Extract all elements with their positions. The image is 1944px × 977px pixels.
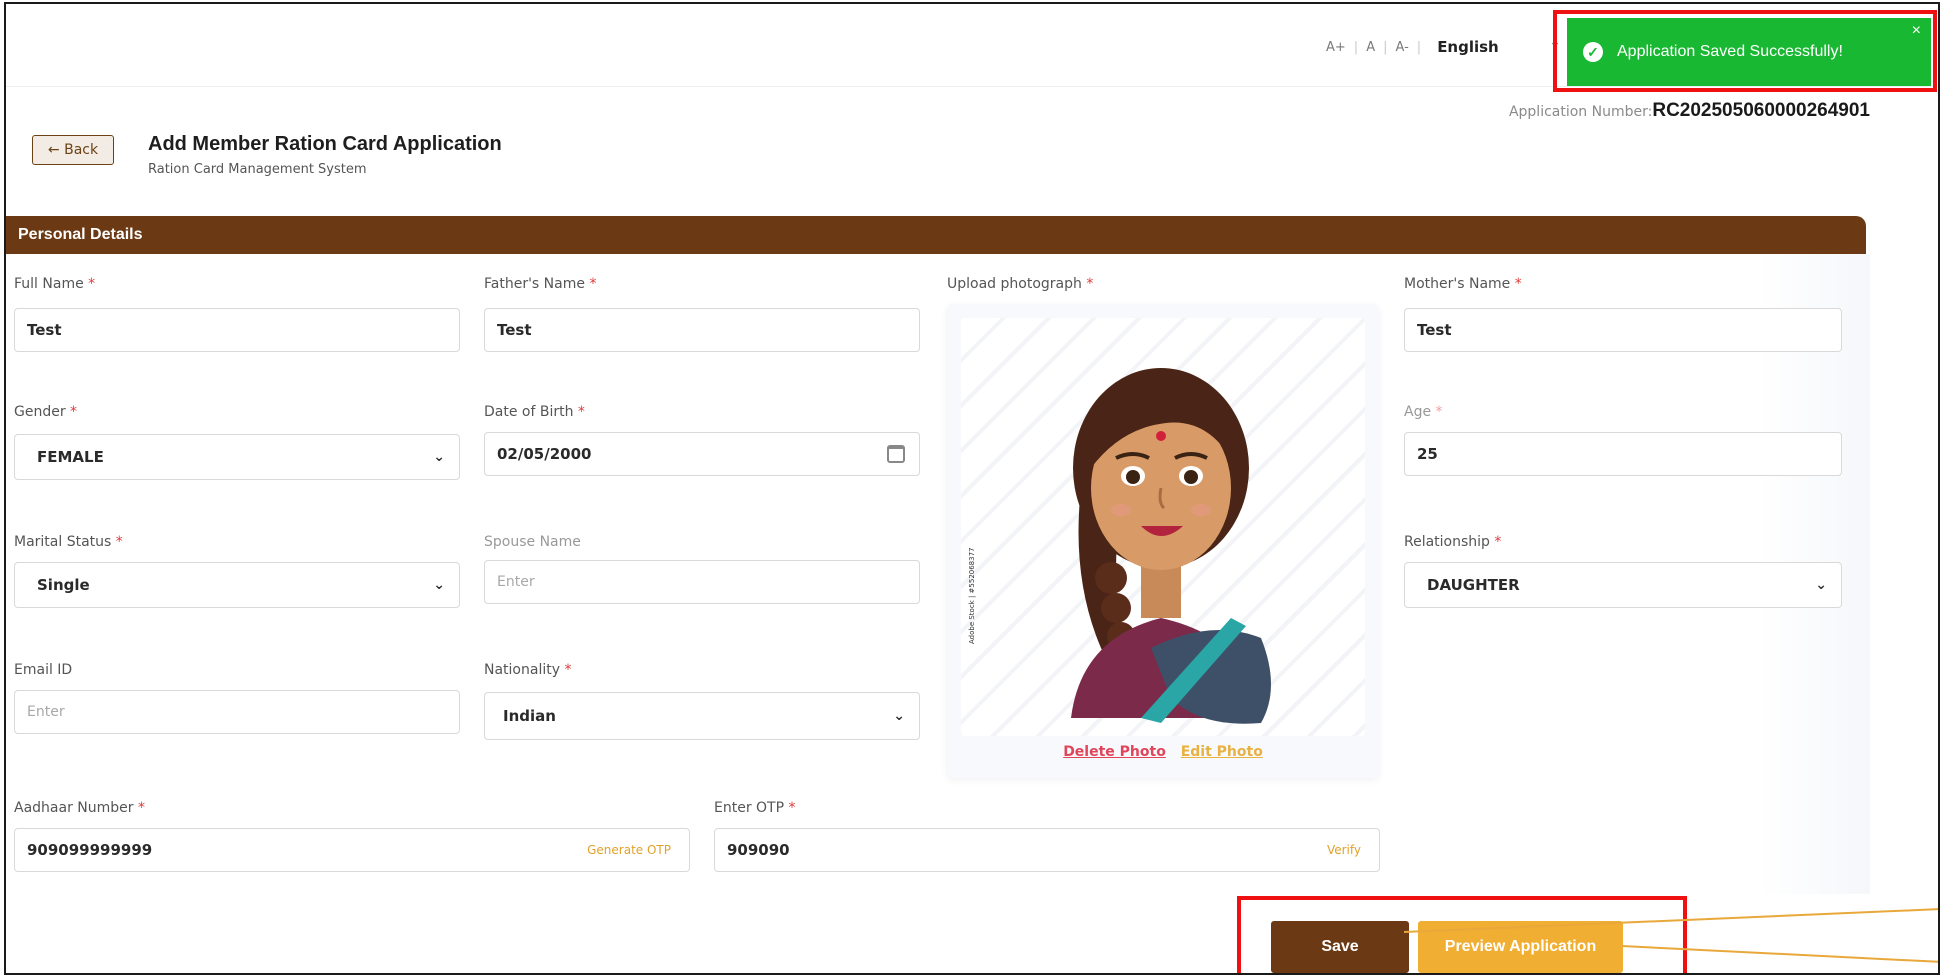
font-decrease-button[interactable]: A- <box>1395 40 1408 55</box>
divider: | <box>1416 39 1422 55</box>
relationship-select[interactable]: DAUGHTER ⌄ <box>1404 562 1842 608</box>
application-number-label: Application Number: <box>1508 104 1653 120</box>
photo-card: Delete Photo Edit Photo <box>947 304 1379 778</box>
chevron-down-icon: ⌄ <box>893 708 905 724</box>
delete-photo-link[interactable]: Delete Photo <box>1063 744 1166 760</box>
app-window: A+ | A | A- | English ▾ ✓ Application Sa… <box>4 2 1940 975</box>
otp-label: Enter OTP * <box>714 800 796 816</box>
age-input: 25 <box>1404 432 1842 476</box>
section-title: Personal Details <box>18 226 143 243</box>
otp-input[interactable]: 909090 Verify <box>714 828 1380 872</box>
email-label: Email ID <box>14 662 73 678</box>
font-increase-button[interactable]: A+ <box>1326 40 1346 55</box>
chevron-down-icon: ⌄ <box>433 577 445 593</box>
section-header: Personal Details <box>6 216 1866 254</box>
marital-status-select[interactable]: Single ⌄ <box>14 562 460 608</box>
aadhaar-label: Aadhaar Number * <box>14 800 145 816</box>
avatar-illustration <box>1071 368 1271 724</box>
full-name-label: Full Name * <box>14 276 96 292</box>
divider: | <box>1383 39 1388 55</box>
mother-name-input[interactable]: Test <box>1404 308 1842 352</box>
father-name-label: Father's Name * <box>484 276 597 292</box>
nationality-select[interactable]: Indian ⌄ <box>484 692 920 740</box>
preview-application-button[interactable]: Preview Application <box>1418 921 1623 973</box>
application-number: Application Number:RC202505060000264901 <box>1509 100 1870 122</box>
marital-status-label: Marital Status * <box>14 534 123 550</box>
font-size-controls: A+ | A | A- | English <box>1326 38 1499 56</box>
gender-select[interactable]: FEMALE ⌄ <box>14 434 460 480</box>
toast-message: Application Saved Successfully! <box>1617 43 1843 60</box>
check-circle-icon: ✓ <box>1583 42 1603 62</box>
font-normal-button[interactable]: A <box>1366 40 1375 55</box>
email-input[interactable]: Enter <box>14 690 460 734</box>
generate-otp-button[interactable]: Generate OTP <box>587 843 671 857</box>
father-name-input[interactable]: Test <box>484 308 920 352</box>
application-number-value: RC202505060000264901 <box>1652 100 1870 121</box>
uploaded-photo <box>961 318 1365 736</box>
page-title: Add Member Ration Card Application <box>148 133 502 155</box>
upload-photo-label: Upload photograph * <box>947 276 1094 292</box>
spouse-name-input[interactable]: Enter <box>484 560 920 604</box>
language-select[interactable]: English <box>1437 38 1499 56</box>
save-button[interactable]: Save <box>1271 921 1409 973</box>
chevron-down-icon: ⌄ <box>1815 577 1827 593</box>
divider: | <box>1353 39 1359 55</box>
mother-name-label: Mother's Name * <box>1404 276 1522 292</box>
age-label: Age * <box>1404 404 1443 420</box>
aadhaar-input[interactable]: 909099999999 Generate OTP <box>14 828 690 872</box>
success-toast: ✓ Application Saved Successfully! × <box>1567 18 1931 86</box>
calendar-icon[interactable] <box>887 445 905 463</box>
full-name-input[interactable]: Test <box>14 308 460 352</box>
edit-photo-link[interactable]: Edit Photo <box>1181 744 1263 760</box>
spouse-name-label: Spouse Name <box>484 534 581 550</box>
page-subtitle: Ration Card Management System <box>148 162 367 177</box>
gender-label: Gender * <box>14 404 78 420</box>
relationship-label: Relationship * <box>1404 534 1502 550</box>
nationality-label: Nationality * <box>484 662 572 678</box>
dob-label: Date of Birth * <box>484 404 585 420</box>
back-button[interactable]: ← Back <box>32 135 114 165</box>
close-icon[interactable]: × <box>1912 22 1921 40</box>
photo-actions: Delete Photo Edit Photo <box>947 744 1379 760</box>
verify-otp-button[interactable]: Verify <box>1327 843 1361 857</box>
stock-watermark: Adobe Stock | #552068377 <box>968 547 976 645</box>
dob-input[interactable]: 02/05/2000 <box>484 432 920 476</box>
chevron-down-icon: ⌄ <box>433 449 445 465</box>
